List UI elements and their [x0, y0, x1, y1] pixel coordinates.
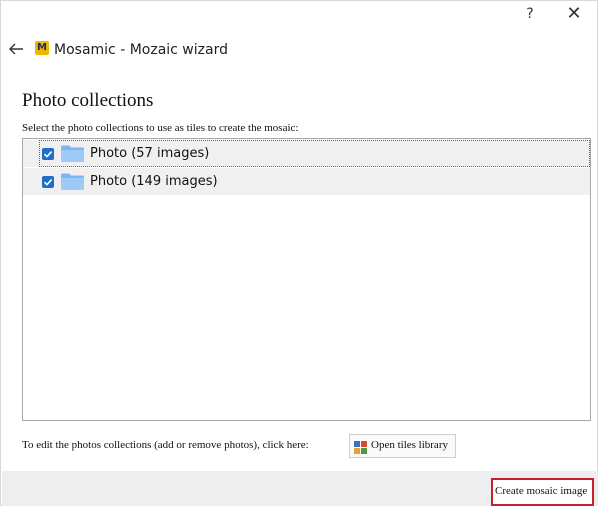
collection-label: Photo (57 images)	[90, 146, 210, 161]
folder-icon	[60, 172, 85, 191]
create-mosaic-button[interactable]: Create mosaic image	[491, 478, 594, 506]
instruction-text: Select the photo collections to use as t…	[22, 122, 299, 134]
checkbox-checked-icon[interactable]	[42, 176, 54, 188]
list-item[interactable]: Photo (57 images)	[23, 140, 590, 167]
folder-icon	[60, 144, 85, 163]
app-logo-icon: M	[35, 41, 49, 55]
help-button[interactable]: ?	[519, 3, 541, 25]
close-button[interactable]: ✕	[562, 3, 586, 25]
page-title: Photo collections	[22, 90, 154, 111]
tiles-library-icon	[354, 439, 367, 454]
checkbox-checked-icon[interactable]	[42, 148, 54, 160]
collection-label: Photo (149 images)	[90, 174, 218, 189]
list-item[interactable]: Photo (149 images)	[23, 168, 590, 195]
create-mosaic-label: Create mosaic image	[495, 485, 588, 497]
open-tiles-library-button[interactable]: Open tiles library	[349, 434, 456, 458]
edit-collections-text: To edit the photos collections (add or r…	[22, 439, 309, 451]
collections-list[interactable]: Photo (57 images) Photo (149 images)	[22, 138, 591, 421]
wizard-window: ? ✕ M Mosamic - Mozaic wizard Photo coll…	[0, 0, 598, 506]
back-arrow-icon[interactable]	[6, 39, 26, 59]
open-tiles-library-label: Open tiles library	[371, 439, 448, 451]
window-title: Mosamic - Mozaic wizard	[54, 42, 228, 58]
